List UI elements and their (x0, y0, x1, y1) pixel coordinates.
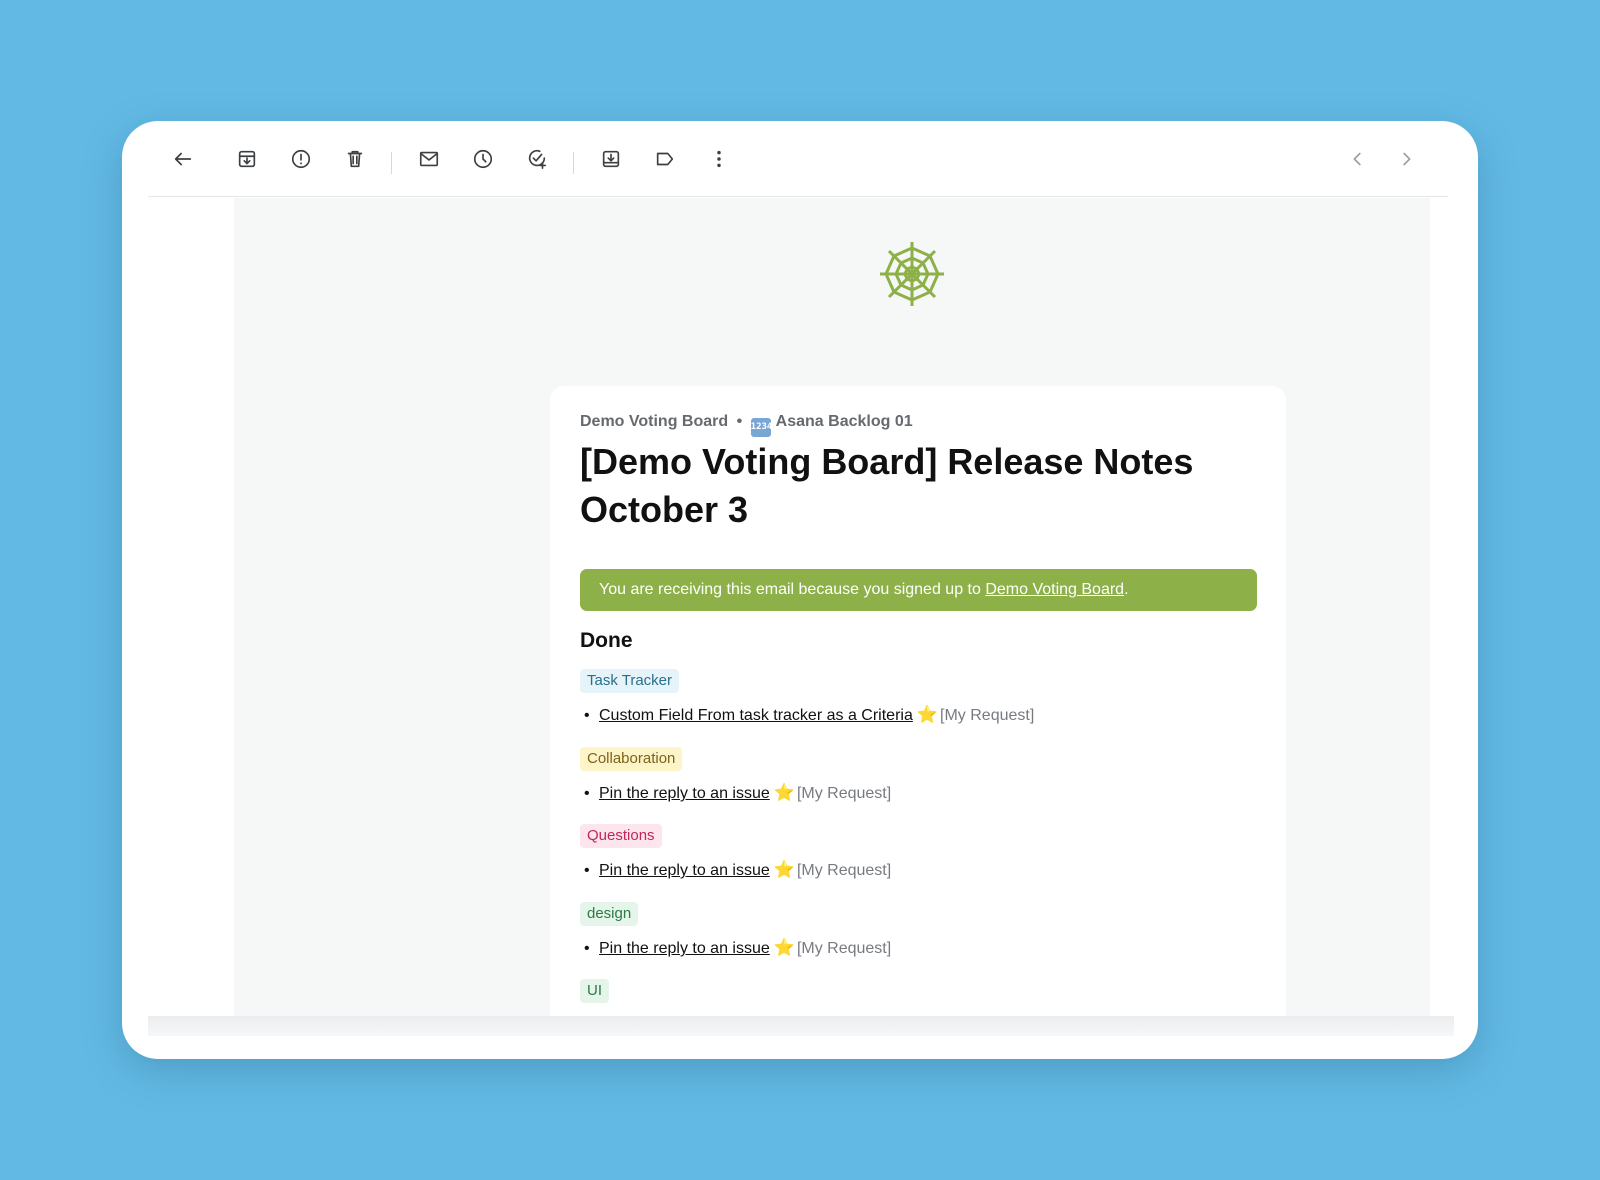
star-icon: ⭐ (773, 783, 795, 802)
back-arrow-icon[interactable] (168, 144, 198, 174)
tag-ui: UI (580, 979, 609, 1003)
toolbar-divider (391, 152, 392, 174)
bullet: • (584, 785, 590, 802)
item-link[interactable]: Pin the reply to an issue (599, 785, 770, 802)
request-label: [My Request] (796, 862, 892, 879)
item-link[interactable]: Custom Field From task tracker as a Crit… (599, 707, 913, 724)
previous-icon[interactable] (1343, 144, 1373, 174)
email-window: Demo Voting Board • 1234 Asana Backlog 01… (122, 121, 1478, 1059)
email-body: Demo Voting Board • 1234 Asana Backlog 01… (148, 198, 1454, 1018)
email-title: [Demo Voting Board] Release Notes Octobe… (580, 441, 1194, 530)
star-icon: ⭐ (916, 705, 939, 724)
delete-icon[interactable] (340, 144, 370, 174)
mark-unread-icon[interactable] (414, 144, 444, 174)
list-item: • Pin the reply to an issue ⭐ [My Request] (584, 859, 891, 882)
tag-questions: Questions (580, 824, 662, 848)
item-link[interactable]: Pin the reply to an issue (599, 862, 770, 879)
bullet: • (584, 707, 590, 724)
request-label: [My Request] (796, 940, 892, 957)
tag-collaboration: Collaboration (580, 747, 683, 771)
numbers-emoji-icon: 1234 (750, 418, 772, 437)
tag-task-tracker: Task Tracker (580, 669, 680, 693)
release-notes-card: Demo Voting Board • 1234 Asana Backlog 01… (550, 386, 1286, 1018)
add-to-tasks-icon[interactable] (522, 144, 552, 174)
list-item: • Custom Field From task tracker as a Cri… (584, 704, 1034, 727)
breadcrumb-backlog[interactable]: Asana Backlog 01 (776, 413, 913, 430)
archive-icon[interactable] (232, 144, 262, 174)
bullet: • (584, 940, 590, 957)
email-content-background: Demo Voting Board • 1234 Asana Backlog 01… (234, 198, 1430, 1018)
email-toolbar (148, 121, 1448, 197)
subscription-notice: You are receiving this email because you… (580, 569, 1257, 611)
breadcrumb-board[interactable]: Demo Voting Board (580, 413, 728, 430)
next-icon[interactable] (1391, 144, 1421, 174)
spider-web-logo-icon (876, 238, 948, 310)
list-item: • Pin the reply to an issue ⭐ [My Request] (584, 782, 891, 805)
notice-suffix: . (1124, 581, 1129, 598)
request-label: [My Request] (940, 707, 1035, 724)
label-icon[interactable] (650, 144, 680, 174)
report-spam-icon[interactable] (286, 144, 316, 174)
notice-text: You are receiving this email because you… (599, 581, 986, 598)
breadcrumb: Demo Voting Board • 1234 Asana Backlog 01 (580, 413, 913, 437)
snooze-icon[interactable] (468, 144, 498, 174)
notice-board-link[interactable]: Demo Voting Board (985, 581, 1124, 598)
star-icon: ⭐ (773, 860, 795, 879)
toolbar-divider (573, 152, 574, 174)
scroll-edge (148, 1016, 1454, 1036)
more-options-icon[interactable] (704, 144, 734, 174)
move-to-icon[interactable] (596, 144, 626, 174)
item-link[interactable]: Pin the reply to an issue (599, 940, 770, 957)
tag-design: design (580, 902, 639, 926)
bullet: • (584, 862, 590, 879)
request-label: [My Request] (796, 785, 892, 802)
breadcrumb-separator: • (736, 413, 743, 430)
section-title-done: Done (580, 629, 633, 652)
list-item: • Pin the reply to an issue ⭐ [My Request] (584, 937, 891, 960)
star-icon: ⭐ (773, 938, 795, 957)
